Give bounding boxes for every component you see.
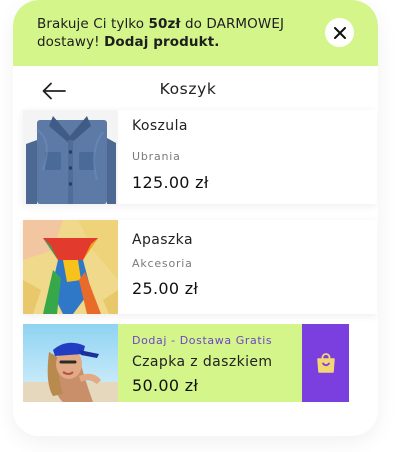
close-icon	[333, 26, 346, 39]
missing-amount: 50zł	[148, 16, 181, 32]
item-price: 50.00 zł	[132, 376, 199, 395]
cart-card: Brakuje Ci tylko 50zł do DARMOWEJ dostaw…	[13, 0, 378, 436]
promo-label: Dodaj - Dostawa Gratis	[132, 334, 273, 347]
cart-item-apaszka[interactable]: Apaszka Akcesoria 25.00 zł	[23, 220, 377, 314]
suggested-item-czapka[interactable]: Dodaj - Dostawa Gratis Czapka z daszkiem…	[23, 324, 377, 402]
close-banner-button[interactable]	[325, 18, 354, 47]
item-name: Czapka z daszkiem	[132, 354, 273, 370]
product-image-shirt	[23, 110, 118, 204]
free-shipping-banner: Brakuje Ci tylko 50zł do DARMOWEJ dostaw…	[13, 0, 378, 66]
page-title: Koszyk	[159, 80, 217, 98]
add-to-cart-button[interactable]	[302, 324, 349, 402]
add-product-link[interactable]: Dodaj produkt.	[104, 34, 219, 50]
item-category: Ubrania	[132, 150, 181, 163]
item-name: Koszula	[132, 118, 188, 134]
item-price: 125.00 zł	[132, 173, 209, 192]
cart-item-koszula[interactable]: Koszula Ubrania 125.00 zł	[23, 110, 377, 204]
item-price: 25.00 zł	[132, 279, 199, 298]
free-shipping-message: Brakuje Ci tylko 50zł do DARMOWEJ dostaw…	[37, 16, 285, 50]
item-category: Akcesoria	[132, 257, 193, 270]
product-image-scarf	[23, 220, 118, 314]
item-name: Apaszka	[132, 232, 193, 248]
product-image-cap	[23, 324, 118, 402]
shopping-bag-icon	[316, 353, 335, 373]
cart-header: Koszyk	[13, 72, 378, 110]
